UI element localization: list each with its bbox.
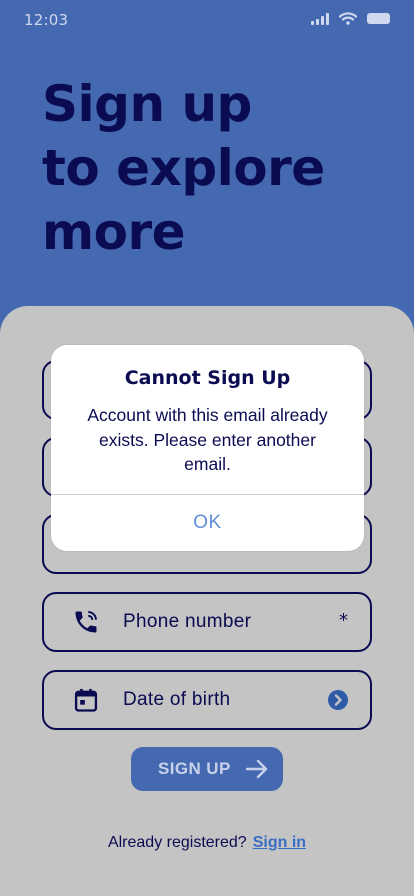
already-registered-text: Already registered? xyxy=(107,834,247,851)
status-icons xyxy=(311,12,390,25)
phone-icon xyxy=(75,611,97,633)
alert-ok-button[interactable]: OK xyxy=(51,495,364,551)
phone-number-field[interactable]: Phone number * xyxy=(42,592,372,652)
date-of-birth-label: Date of birth xyxy=(123,689,231,710)
sign-up-button[interactable]: SIGN UP xyxy=(131,747,283,791)
page-title: Sign up to explore more xyxy=(42,72,325,264)
title-line: Sign up xyxy=(42,75,252,133)
arrow-right-icon xyxy=(245,759,268,779)
wifi-icon xyxy=(339,12,357,25)
title-line: to explore xyxy=(42,139,325,197)
status-bar: 12:03 xyxy=(0,0,414,40)
calendar-icon xyxy=(74,688,98,712)
alert-title: Cannot Sign Up xyxy=(124,367,291,389)
required-mark: * xyxy=(339,610,348,631)
date-of-birth-field[interactable]: Date of birth xyxy=(42,670,372,730)
battery-icon xyxy=(367,13,390,24)
phone-number-label: Phone number xyxy=(123,611,252,632)
chevron-right-circle-icon[interactable] xyxy=(328,690,348,710)
sign-in-link[interactable]: Sign in xyxy=(253,834,306,851)
error-alert-dialog: Cannot Sign Up Account with this email a… xyxy=(51,345,364,551)
sign-up-label: SIGN UP xyxy=(158,759,231,778)
signin-prompt: Already registered? Sign in xyxy=(0,834,414,852)
title-line: more xyxy=(42,203,186,261)
status-time: 12:03 xyxy=(24,11,69,29)
signal-icon xyxy=(311,12,329,25)
alert-message: Account with this email already exists. … xyxy=(87,405,328,474)
